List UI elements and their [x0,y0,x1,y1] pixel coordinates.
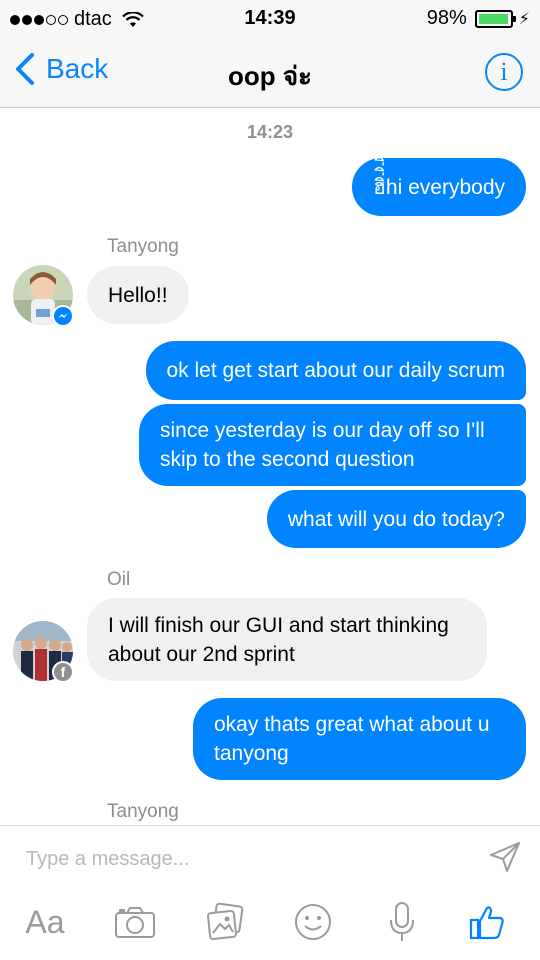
photo-gallery-icon [207,902,244,940]
text-format-icon: Aa [25,903,65,940]
outgoing-message[interactable]: ฮิ่ิ่ิ่ิ่ิ่hi everybody [352,158,526,216]
composer-toolbar: Aa [0,898,540,954]
message-thread[interactable]: 14:23 ฮิ่ิ่ิ่ิ่ิ่hi everybody Tanyong He… [0,108,540,825]
status-bar: dtac 14:39 98% ⚡ [0,0,540,36]
sender-name: Oil [107,569,131,590]
message-timestamp: 14:23 [246,122,294,142]
outgoing-message[interactable]: since yesterday is our day off so I'll s… [139,404,526,486]
like-button[interactable] [462,898,512,946]
smiley-icon [295,904,331,940]
battery-percent: 98% [426,7,467,29]
info-circle-icon: i [500,57,508,86]
sticker-button[interactable] [288,898,338,946]
camera-icon [115,907,155,938]
nav-bar: Back oop จ่ะ i [0,36,540,108]
microphone-icon [390,902,414,941]
text-format-button[interactable]: Aa [20,898,70,946]
facebook-badge-icon: f [52,661,74,683]
composer: Aa [0,825,540,960]
camera-button[interactable] [110,898,160,946]
info-button[interactable]: i [485,53,523,91]
sender-name: Tanyong [107,801,179,822]
battery-status: 98% ⚡ [427,7,530,30]
battery-icon [474,9,516,28]
conversation-title: oop จ่ะ [227,61,313,91]
outgoing-message[interactable]: what will you do today? [266,490,526,548]
sender-name: Tanyong [107,236,179,257]
message-input[interactable] [26,844,466,874]
paper-plane-icon[interactable] [488,840,522,874]
thumbs-up-icon [469,906,504,940]
voice-record-button[interactable] [377,898,427,946]
incoming-message[interactable]: Hello!! [87,266,189,324]
incoming-message[interactable]: I will finish our GUI and start thinking… [87,598,487,681]
photo-gallery-button[interactable] [200,898,250,946]
charging-bolt-icon: ⚡ [518,10,530,28]
messenger-badge-icon [52,305,74,327]
outgoing-message[interactable]: ok let get start about our daily scrum [145,341,526,400]
outgoing-message[interactable]: okay thats great what about u tanyong [193,698,526,780]
